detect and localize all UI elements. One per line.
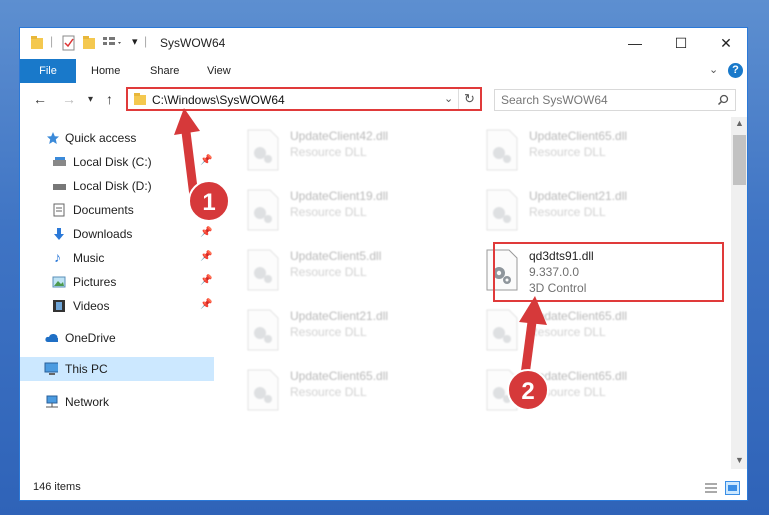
arrow-head-2-icon bbox=[519, 296, 547, 325]
annotation-marker-2: 2 bbox=[507, 369, 549, 411]
annotation-marker-1: 1 bbox=[188, 180, 230, 222]
arrow-line-2 bbox=[520, 321, 537, 376]
annotation-layer bbox=[174, 108, 547, 376]
arrow-head-1-icon bbox=[174, 108, 200, 135]
